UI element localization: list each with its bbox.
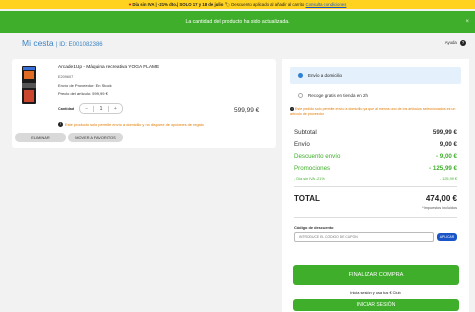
product-image[interactable] [22,66,36,104]
order-summary: Envío a domicilio Recoge gratis en tiend… [282,59,469,312]
coupon-input[interactable] [294,232,434,242]
home-delivery-option[interactable]: Envío a domicilio [290,67,461,84]
promo-banner: ♥ Día sin IVA | -21% dto.| SOLO 17 y 18 … [0,0,475,9]
checkout-button[interactable]: FINALIZAR COMPRA [293,265,459,285]
promo-description: Descuento aplicado al añadir al carrito [231,2,305,7]
summary-divider [294,186,457,187]
info-icon: ! [58,122,63,128]
coupon-label: Código de descuento [294,225,334,230]
warning-text: Este producto solo permite envío a domic… [65,122,204,127]
quantity-updated-notice: La cantidad del producto ha sido actuali… [0,11,475,33]
line-price: 599,99 € [234,107,260,114]
subtotal-value: 599,99 € [432,129,457,136]
store-pickup-option[interactable]: Recoge gratis en tienda en 2h [290,88,461,103]
promotions-label: Promociones [294,165,331,172]
store-pickup-label: Recoge gratis en tienda en 2h [308,93,369,98]
increase-button[interactable]: + [109,106,122,112]
tax-note: *Impuestos incluidos [422,206,457,210]
promotions-value: - 125,99 € [429,165,457,172]
product-unit-price: Precio del artículo: 599,99 € [58,91,108,96]
vat-day-label: - Día sin IVA -21% [294,177,325,181]
promo-headline: Día sin IVA | -21% dto.| SOLO 17 y 18 de… [132,2,224,7]
promo-conditions-link[interactable]: Consulta condiciones [306,2,347,7]
quantity-label: Cantidad [58,107,75,111]
decrease-button[interactable]: − [80,106,93,112]
radio-selected-icon [298,73,303,78]
shipping-label: Envío [294,141,310,148]
cart-item-card: Arcade1Up - Máquina recreativa YOGA FLAM… [12,59,276,148]
vat-day-value: - 125,99 € [439,177,457,181]
pickup-note-text: Este pedido solo permite envío a domicil… [290,107,456,116]
move-to-favorites-button[interactable]: MOVER A FAVORITOS [68,133,123,142]
total-label: TOTAL [294,194,320,203]
shipping-discount-value: - 9,00 € [436,153,457,160]
vat-day-row: - Día sin IVA -21% - 125,99 € [294,177,457,181]
summary-divider [294,217,457,218]
cart-id: ID: E001082386 [59,42,103,48]
quantity-value[interactable]: 1 [93,105,109,112]
total-value: 474,00 € [425,194,457,203]
pickup-note: ! Este pedido solo permite envío a domici… [290,107,462,116]
apply-coupon-button[interactable]: APLICAR [437,233,457,241]
promotions-row: Promociones - 125,99 € [294,165,457,172]
page-title: Mi cesta | ID: E001082386 [22,38,103,48]
item-warning: ! Este producto solo permite envío a domi… [58,122,204,128]
shipping-discount-label: Descuento envío [294,153,341,160]
notice-text: La cantidad del producto ha sido actuali… [185,19,290,25]
info-icon: ! [290,107,294,112]
help-label: Ayuda [444,40,457,46]
product-provider: Envío de Proveedor: En Stock [58,83,112,88]
login-note: Inicia sesión y usa tus € Club [350,290,401,295]
help-link[interactable]: Ayuda ? [445,40,466,46]
shipping-row: Envío 9,00 € [294,141,457,148]
product-name[interactable]: Arcade1Up - Máquina recreativa YOGA FLAM… [58,65,159,70]
subtotal-row: Subtotal 599,99 € [294,129,457,136]
shipping-discount-row: Descuento envío - 9,00 € [294,153,457,160]
tag-icon: 🏷 [224,2,231,7]
shipping-value: 9,00 € [439,141,457,148]
product-ref: E209607 [58,75,74,79]
quantity-stepper: − 1 + [79,103,123,114]
total-row: TOTAL 474,00 € [294,194,457,203]
cart-title: Mi cesta [22,38,54,48]
subtotal-label: Subtotal [294,129,317,136]
home-delivery-label: Envío a domicilio [308,73,343,78]
close-icon[interactable]: × [465,11,469,33]
remove-button[interactable]: ELIMINAR [15,133,66,142]
heart-icon: ♥ [128,2,132,7]
question-icon: ? [460,40,466,46]
login-button[interactable]: INICIAR SESIÓN [293,299,459,311]
radio-empty-icon [298,93,303,98]
